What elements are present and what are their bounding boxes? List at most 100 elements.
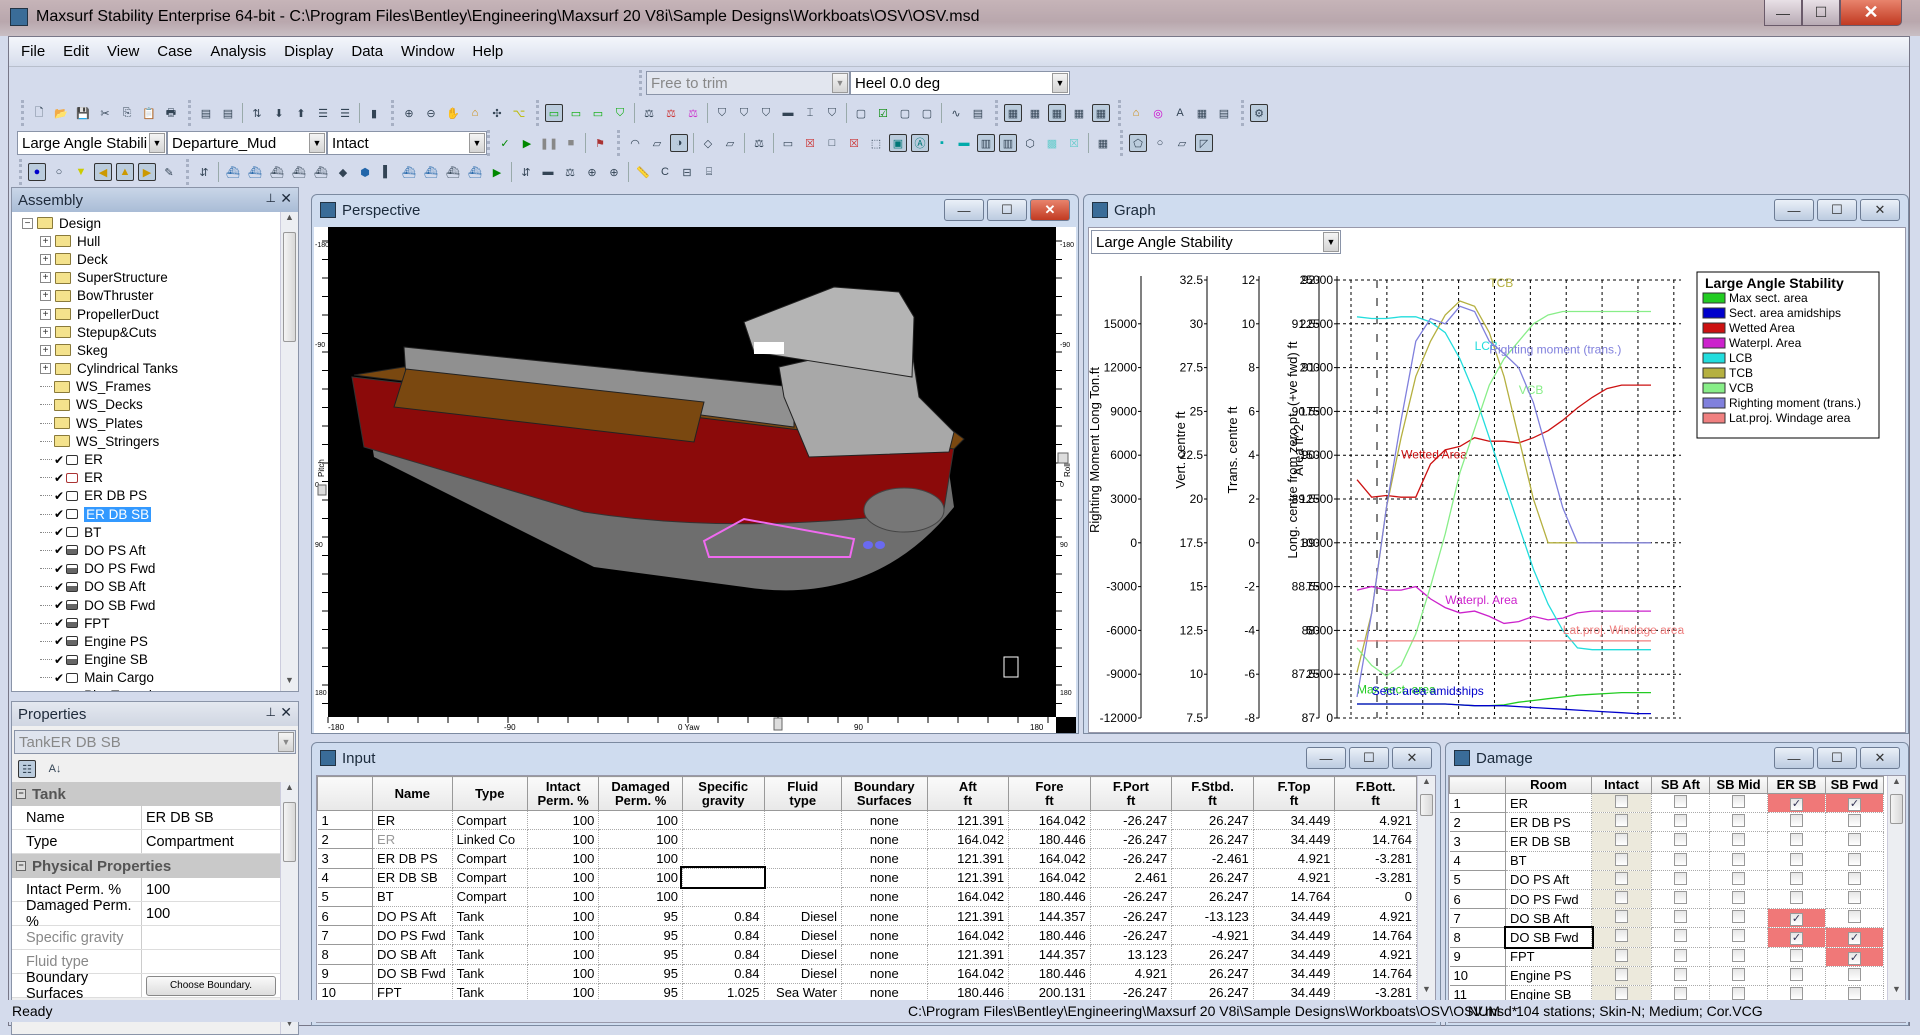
damage-checkbox-cell[interactable] [1652,966,1710,985]
cell[interactable]: 34.449 [1253,906,1335,925]
damage-vscroll[interactable]: ▲ ▼ [1887,776,1905,1000]
property-value[interactable]: Choose Boundary. [142,974,280,997]
unchecked-checkbox[interactable] [1848,833,1861,846]
cell[interactable]: 121.391 [927,868,1009,887]
unchecked-checkbox[interactable] [1732,891,1745,904]
cell[interactable]: 164.042 [927,887,1009,906]
cell[interactable]: 100 [599,830,683,849]
checked-checkbox[interactable]: ✓ [1848,932,1861,945]
damage-checkbox-cell[interactable]: ✓ [1826,947,1884,966]
ship-a-icon[interactable]: ⛴ [224,163,242,181]
cell[interactable]: 0.84 [682,964,764,983]
column-header[interactable]: Fluid type [764,777,841,811]
cell[interactable]: DO PS Fwd [373,926,453,945]
menu-case[interactable]: Case [155,41,194,62]
table-row[interactable]: 6DO PS Fwd [1450,889,1884,908]
open-icon[interactable]: 📂 [52,104,70,122]
table-row[interactable]: 9FPT✓ [1450,947,1884,966]
maximize-button[interactable]: ☐ [1817,747,1857,769]
maximize-button[interactable]: ☐ [1817,199,1857,221]
box-icon[interactable]: □ [823,134,841,152]
unchecked-checkbox[interactable] [1615,872,1628,885]
table-row[interactable]: 7DO SB Aft✓ [1450,909,1884,928]
shape-b-icon[interactable]: ▱ [648,134,666,152]
checkmark-icon[interactable]: ✔ [54,598,64,612]
unchecked-checkbox[interactable] [1674,872,1687,885]
cell[interactable]: Compart [452,887,527,906]
arrow-l-icon[interactable]: ◀ [94,163,112,181]
damage-checkbox-cell[interactable] [1592,928,1652,947]
unchecked-checkbox[interactable] [1674,929,1687,942]
damage-checkbox-cell[interactable] [1710,794,1768,813]
cell[interactable]: 121.391 [927,849,1009,868]
disp-b-icon[interactable]: ○ [50,163,68,181]
unchecked-checkbox[interactable] [1674,891,1687,904]
pan-icon[interactable]: ✋ [444,104,462,122]
table-row[interactable]: 5DO PS Aft [1450,870,1884,889]
damage-checkbox-cell[interactable] [1826,851,1884,870]
cell[interactable]: 144.357 [1009,906,1091,925]
cell[interactable]: 100 [528,964,599,983]
damage-checkbox-cell[interactable] [1710,909,1768,928]
unchecked-checkbox[interactable] [1615,949,1628,962]
damage-checkbox-cell[interactable] [1768,851,1826,870]
tree-item[interactable]: +SuperStructure [12,269,280,287]
roll-slider[interactable] [1058,453,1068,463]
cell[interactable]: 144.357 [1009,945,1091,964]
checkmark-icon[interactable]: ✔ [54,489,64,503]
cell[interactable]: 4.921 [1335,811,1417,830]
damage-checkbox-cell[interactable] [1768,966,1826,985]
table-row[interactable]: 1ERCompart100100none121.391164.042-26.24… [318,811,1417,830]
checkmark-icon[interactable]: ✔ [54,634,64,648]
expand-icon[interactable]: + [40,309,51,320]
unchecked-checkbox[interactable] [1615,795,1628,808]
menu-view[interactable]: View [105,41,141,62]
grad-icon[interactable]: ▌ [378,163,396,181]
ship-f-icon[interactable]: ◆ [334,163,352,181]
room-cell[interactable]: DO SB Aft [1506,909,1592,928]
assembly-scrollbar[interactable]: ▲ ▼ [280,212,298,691]
table-row[interactable]: 4BT [1450,851,1884,870]
damage-checkbox-cell[interactable] [1826,909,1884,928]
shape-d-icon[interactable]: ◇ [699,134,717,152]
tool-c-icon[interactable]: ▬ [539,163,557,181]
fill-f-icon[interactable]: ▥ [999,134,1017,152]
damage-checkbox-cell[interactable] [1592,947,1652,966]
hull-b-icon[interactable]: ▱ [1173,134,1191,152]
tree-item[interactable]: ✔Engine SB [12,651,280,669]
checked-checkbox[interactable]: ✓ [1790,932,1803,945]
page-c-icon[interactable]: ▢ [918,104,936,122]
tree-item[interactable]: ✔DO PS Fwd [12,560,280,578]
cell[interactable]: Diesel [764,906,841,925]
damage-checkbox-cell[interactable] [1652,909,1710,928]
tool-f-icon[interactable]: ⊕ [605,163,623,181]
room-cell[interactable]: ER [1506,794,1592,813]
fill-c-icon[interactable]: ▪ [933,134,951,152]
room-cell[interactable]: DO SB Fwd [1506,928,1592,947]
checked-checkbox[interactable]: ✓ [1848,798,1861,811]
damage-checkbox-cell[interactable] [1826,966,1884,985]
expand-icon[interactable]: + [40,254,51,265]
hull-c-icon[interactable]: ◸ [1195,134,1213,152]
tool-d-icon[interactable]: ⚖ [561,163,579,181]
checkmark-icon[interactable]: ✔ [54,507,64,521]
box-x-icon[interactable]: ☒ [845,134,863,152]
cell[interactable]: 121.391 [927,811,1009,830]
cell[interactable]: none [841,964,927,983]
object-combo[interactable]: TankER DB SB▼ [14,730,296,754]
menu-edit[interactable]: Edit [61,41,91,62]
cell[interactable]: Tank [452,926,527,945]
collapse-icon[interactable]: − [16,861,26,871]
tree-item[interactable]: ✔PipeTunnel [12,687,280,691]
grid-a-icon[interactable]: ▦ [1004,104,1022,122]
damage-checkbox-cell[interactable] [1710,851,1768,870]
scroll-thumb[interactable] [1890,794,1903,824]
cell[interactable]: Linked Co [452,830,527,849]
unchecked-checkbox[interactable] [1674,987,1687,1000]
tank-f-icon[interactable]: ⛉ [823,104,841,122]
unchecked-checkbox[interactable] [1790,949,1803,962]
checkmark-icon[interactable]: ✔ [54,453,64,467]
unchecked-checkbox[interactable] [1848,853,1861,866]
cell[interactable]: 26.247 [1172,811,1254,830]
maximize-button[interactable]: ☐ [1802,0,1840,26]
